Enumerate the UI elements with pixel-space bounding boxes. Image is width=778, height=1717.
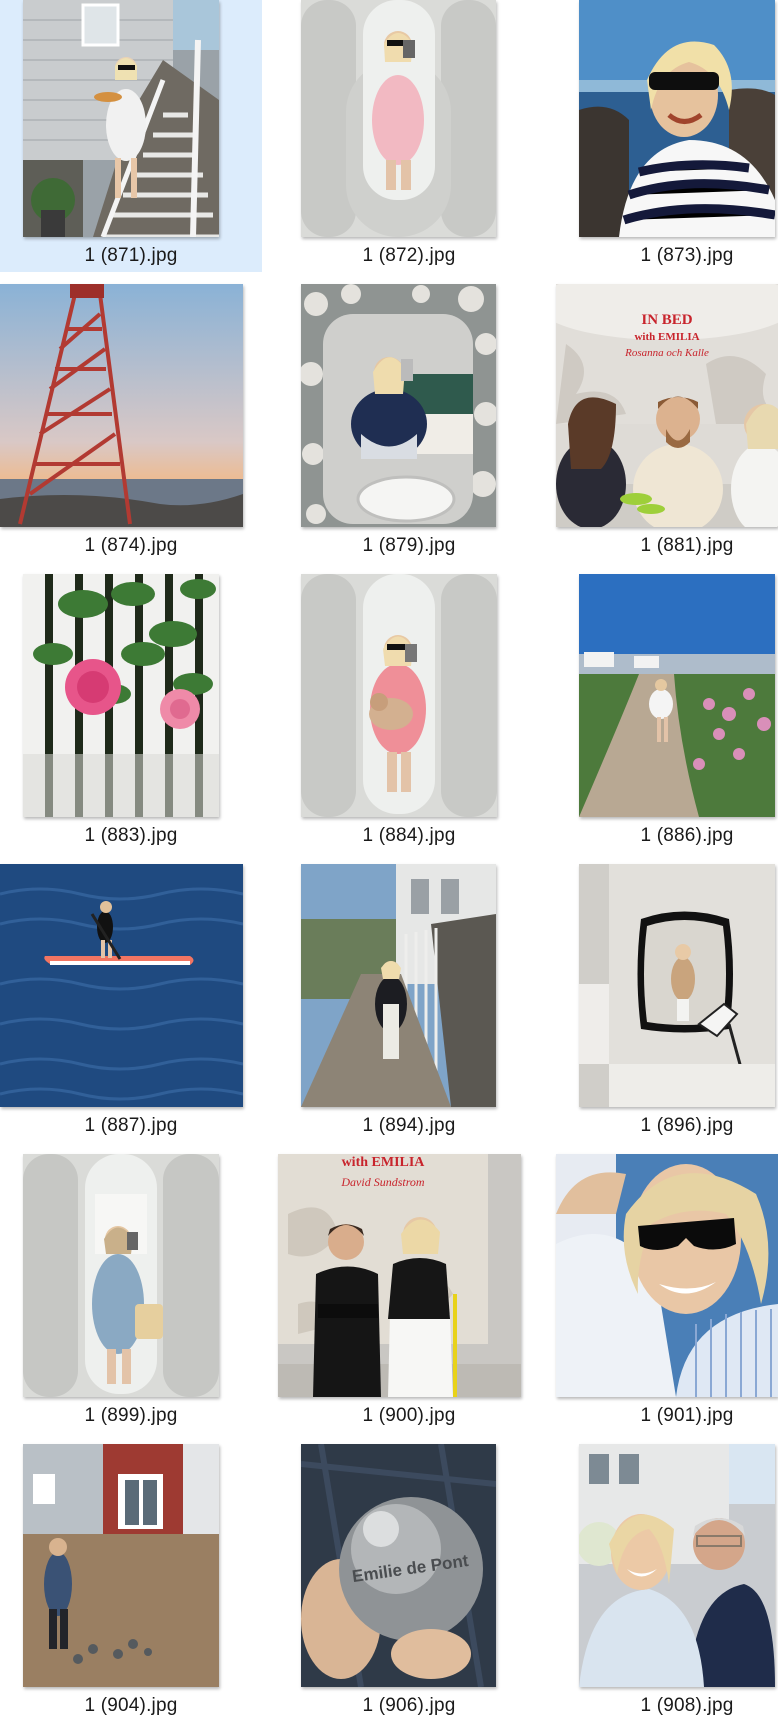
file-tile[interactable]: Emilie de Pont 1 (906).jpg bbox=[278, 1444, 540, 1716]
file-tile[interactable]: 1 (908).jpg bbox=[556, 1444, 778, 1716]
file-name-label: 1 (896).jpg bbox=[640, 1115, 734, 1136]
file-name-label: 1 (879).jpg bbox=[362, 535, 456, 556]
file-name-label: 1 (883).jpg bbox=[84, 825, 178, 846]
file-tile[interactable]: 1 (872).jpg bbox=[278, 0, 540, 272]
file-thumbnail[interactable]: Emilie de Pont bbox=[301, 1444, 496, 1687]
file-thumbnail[interactable] bbox=[0, 284, 243, 527]
file-tile[interactable]: with EMILIA David Sundstrom 1 (900).jpg bbox=[278, 1154, 540, 1426]
file-thumbnail[interactable] bbox=[301, 574, 497, 817]
floral-mirror-selfie-photo bbox=[301, 284, 496, 527]
file-name-label: 1 (881).jpg bbox=[640, 535, 734, 556]
file-tile[interactable]: 1 (904).jpg bbox=[0, 1444, 262, 1716]
paddleboard-photo bbox=[0, 864, 243, 1107]
file-name-label: 1 (899).jpg bbox=[84, 1405, 178, 1426]
file-tile[interactable]: 1 (894).jpg bbox=[278, 864, 540, 1136]
file-tile[interactable]: 1 (896).jpg bbox=[556, 864, 778, 1136]
sunglasses-selfie-photo bbox=[556, 1154, 778, 1397]
overlay-text: IN BED bbox=[641, 312, 692, 328]
file-name-label: 1 (871).jpg bbox=[84, 245, 178, 266]
mirror-selfie-dog-photo bbox=[301, 574, 497, 817]
file-name-label: 1 (874).jpg bbox=[84, 535, 178, 556]
file-thumbnail[interactable] bbox=[301, 0, 496, 237]
file-thumbnail[interactable] bbox=[579, 1444, 775, 1687]
mirror-selfie-photo bbox=[301, 0, 496, 237]
file-name-label: 1 (900).jpg bbox=[362, 1405, 456, 1426]
village-path-photo bbox=[301, 864, 496, 1107]
file-thumbnail[interactable] bbox=[301, 284, 496, 527]
file-name-label: 1 (873).jpg bbox=[640, 245, 734, 266]
file-thumbnail[interactable] bbox=[0, 864, 243, 1107]
file-thumbnail[interactable] bbox=[23, 0, 219, 237]
overlay-text: with EMILIA bbox=[634, 331, 699, 343]
wall-mirror-room-photo bbox=[579, 864, 775, 1107]
file-thumbnail[interactable] bbox=[301, 864, 496, 1107]
engraved-boule-photo: Emilie de Pont bbox=[301, 1444, 496, 1687]
file-thumbnail[interactable] bbox=[579, 0, 775, 237]
file-name-label: 1 (901).jpg bbox=[640, 1405, 734, 1426]
file-tile[interactable]: 1 (884).jpg bbox=[278, 574, 540, 846]
pink-rose-photo bbox=[23, 574, 219, 817]
coastal-path-photo bbox=[579, 574, 775, 817]
file-thumbnail[interactable]: with EMILIA David Sundstrom bbox=[278, 1154, 521, 1397]
file-name-label: 1 (894).jpg bbox=[362, 1115, 456, 1136]
file-tile[interactable]: 1 (871).jpg bbox=[0, 0, 262, 272]
file-tile[interactable]: 1 (901).jpg bbox=[556, 1154, 778, 1426]
file-tile[interactable]: 1 (886).jpg bbox=[556, 574, 778, 846]
file-tile[interactable]: 1 (899).jpg bbox=[0, 1154, 262, 1426]
file-name-label: 1 (906).jpg bbox=[362, 1695, 456, 1716]
file-name-label: 1 (884).jpg bbox=[362, 825, 456, 846]
file-tile[interactable]: 1 (879).jpg bbox=[278, 284, 540, 556]
overlay-text: with EMILIA bbox=[342, 1155, 426, 1170]
couple-selfie-photo bbox=[579, 1444, 775, 1687]
file-tile[interactable]: IN BED with EMILIA Rosanna och Kalle 1 (… bbox=[556, 284, 778, 556]
file-name-label: 1 (886).jpg bbox=[640, 825, 734, 846]
boules-game-photo bbox=[23, 1444, 219, 1687]
podcast-group-photo: IN BED with EMILIA Rosanna och Kalle bbox=[556, 284, 778, 527]
file-thumbnail[interactable] bbox=[556, 1154, 778, 1397]
file-tile[interactable]: 1 (887).jpg bbox=[0, 864, 262, 1136]
file-thumbnail[interactable]: IN BED with EMILIA Rosanna och Kalle bbox=[556, 284, 778, 527]
mirror-selfie-denim-photo bbox=[23, 1154, 219, 1397]
podcast-duo-photo: with EMILIA David Sundstrom bbox=[278, 1154, 521, 1397]
overlay-text: Rosanna och Kalle bbox=[624, 347, 709, 359]
seaside-selfie-photo bbox=[579, 0, 775, 237]
file-thumbnail[interactable] bbox=[23, 1444, 219, 1687]
file-name-label: 1 (887).jpg bbox=[84, 1115, 178, 1136]
file-grid: 1 (871).jpg 1 (872).jpg 1 (873).jpg 1 (8… bbox=[0, 0, 778, 1716]
lighthouse-sunset-photo bbox=[0, 284, 243, 527]
file-thumbnail[interactable] bbox=[579, 864, 775, 1107]
file-thumbnail[interactable] bbox=[23, 1154, 219, 1397]
file-tile[interactable]: 1 (883).jpg bbox=[0, 574, 262, 846]
file-thumbnail[interactable] bbox=[23, 574, 219, 817]
file-tile[interactable]: 1 (873).jpg bbox=[556, 0, 778, 272]
file-name-label: 1 (872).jpg bbox=[362, 245, 456, 266]
file-tile[interactable]: 1 (874).jpg bbox=[0, 284, 262, 556]
overlay-text: David Sundstrom bbox=[340, 1175, 425, 1189]
woman-on-stairs-photo bbox=[23, 0, 219, 237]
file-name-label: 1 (904).jpg bbox=[84, 1695, 178, 1716]
file-name-label: 1 (908).jpg bbox=[640, 1695, 734, 1716]
file-thumbnail[interactable] bbox=[579, 574, 775, 817]
